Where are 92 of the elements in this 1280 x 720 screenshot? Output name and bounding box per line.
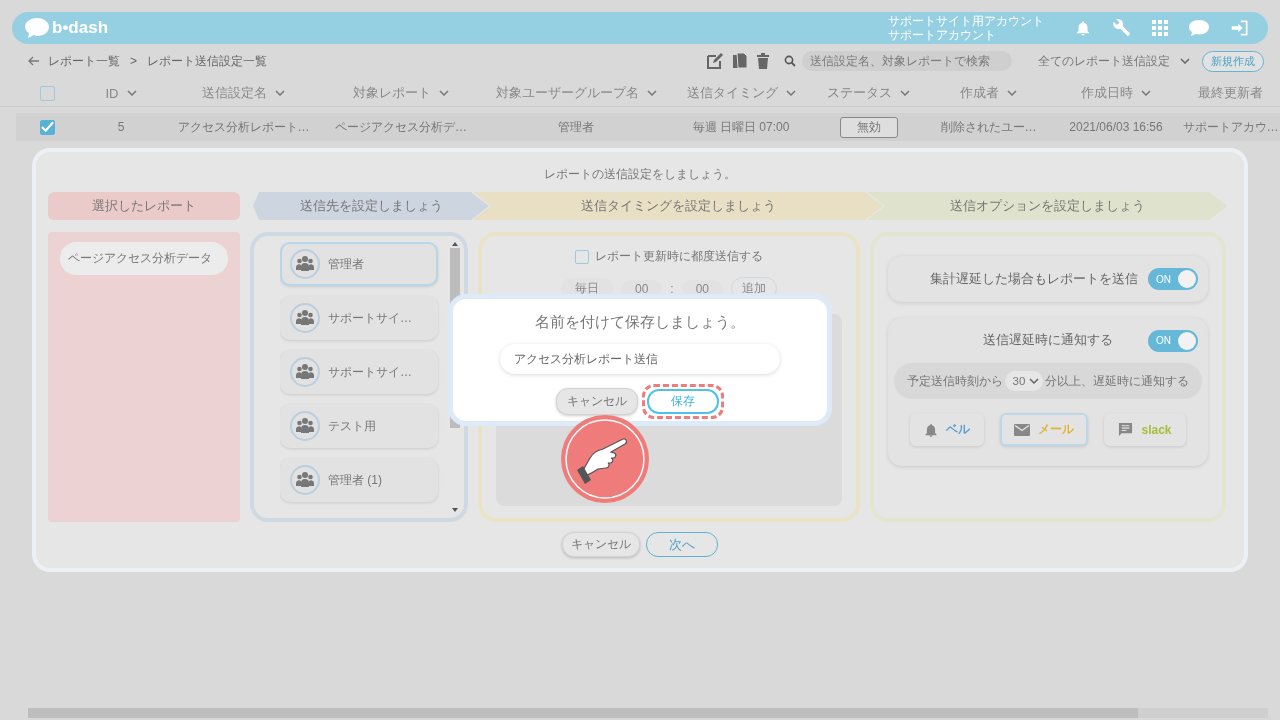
option-label: 集計遅延した場合もレポートを送信 bbox=[930, 270, 1138, 288]
checkbox-label: レポート更新時に都度送信する bbox=[595, 248, 763, 265]
scroll-up-icon[interactable] bbox=[452, 242, 458, 246]
scroll-down-icon[interactable] bbox=[452, 508, 458, 512]
new-button[interactable]: 新規作成 bbox=[1202, 50, 1264, 72]
account-name: サポートサイト用アカウント bbox=[888, 14, 1044, 28]
checkbox[interactable] bbox=[40, 85, 55, 101]
table-cell-text: ページアクセス分析デ… bbox=[334, 118, 468, 136]
next-button[interactable]: 次へ bbox=[646, 532, 718, 557]
channel-button[interactable]: slack bbox=[1104, 413, 1186, 446]
back-arrow-icon[interactable] bbox=[28, 56, 40, 66]
breadcrumb-separator: > bbox=[130, 54, 137, 68]
delay-select[interactable]: 30 bbox=[1004, 371, 1044, 391]
step-label: 送信タイミングを設定しましょう bbox=[473, 192, 883, 220]
caret-icon bbox=[1029, 378, 1040, 384]
filter-dropdown[interactable]: 全てのレポート送信設定 bbox=[1034, 52, 1194, 70]
group-item[interactable]: サポートサイ… bbox=[280, 296, 438, 340]
caret-icon[interactable] bbox=[1141, 90, 1151, 96]
wrench-icon[interactable] bbox=[1112, 18, 1132, 38]
report-item[interactable]: ページアクセス分析データ bbox=[60, 242, 228, 275]
time-separator: : bbox=[670, 281, 674, 296]
channel-button[interactable]: ベル bbox=[910, 413, 985, 446]
copy-icon[interactable] bbox=[732, 52, 748, 70]
edit-icon[interactable] bbox=[706, 52, 724, 70]
breadcrumb-current: レポート送信設定一覧 bbox=[147, 52, 267, 70]
bell-icon bbox=[924, 421, 939, 438]
column-header[interactable]: 送信タイミング bbox=[686, 84, 778, 102]
chat-icon[interactable] bbox=[1188, 19, 1210, 37]
table-cell-text: 5 bbox=[116, 120, 126, 134]
toggle-switch[interactable]: ON bbox=[1148, 329, 1198, 352]
trash-icon[interactable] bbox=[756, 53, 770, 69]
table-cell: サポートアカウ… bbox=[1181, 118, 1280, 136]
name-input-field[interactable]: アクセス分析レポート送信 bbox=[500, 344, 780, 374]
checkbox[interactable] bbox=[575, 249, 589, 264]
step-label: 送信オプションを設定しましょう bbox=[867, 192, 1227, 220]
group-icon bbox=[290, 411, 320, 441]
search-icon bbox=[784, 55, 796, 67]
column-header[interactable]: 対象ユーザーグループ名 bbox=[495, 84, 639, 102]
account-name: サポートアカウント bbox=[888, 28, 997, 42]
caret-icon[interactable] bbox=[275, 90, 285, 96]
group-item[interactable]: 管理者 bbox=[280, 242, 438, 286]
checkbox[interactable] bbox=[40, 119, 55, 135]
step-label: 選択したレポート bbox=[48, 192, 240, 220]
caret-icon bbox=[1180, 58, 1190, 64]
cancel-button[interactable]: キャンセル bbox=[556, 388, 638, 415]
column-header[interactable]: 対象レポート bbox=[353, 84, 431, 102]
table-cell-text: アクセス分析レポート… bbox=[176, 118, 311, 136]
speech-bubble-icon bbox=[24, 17, 50, 39]
column-header[interactable]: ステータス bbox=[827, 84, 892, 102]
group-icon bbox=[290, 357, 320, 387]
caret-icon[interactable] bbox=[785, 90, 796, 96]
group-icon bbox=[290, 303, 320, 333]
save-button[interactable]: 保存 bbox=[647, 389, 719, 414]
mail-icon bbox=[1014, 423, 1031, 436]
caret-icon[interactable] bbox=[900, 90, 910, 96]
group-item[interactable]: サポートサイ… bbox=[280, 350, 438, 394]
breadcrumb-link[interactable]: レポート一覧 bbox=[48, 52, 120, 70]
logo-text: b•dash bbox=[52, 18, 108, 38]
delay-label: 分以上、遅延時に通知する bbox=[1045, 373, 1190, 389]
logout-icon[interactable] bbox=[1230, 18, 1250, 38]
search-field[interactable]: 送信設定名、対象レポートで検索 bbox=[802, 51, 1012, 71]
status-badge: 無効 bbox=[839, 116, 898, 138]
group-icon bbox=[290, 249, 320, 279]
column-header[interactable]: 作成日時 bbox=[1081, 84, 1133, 102]
table-row[interactable]: 5 アクセス分析レポート… ページアクセス分析デ… 管理者 毎週 日曜日 07:00 無効 削除されたユー… 2021/06/03 16:56 サポートアカウ… bbox=[16, 113, 1280, 141]
cancel-button[interactable]: キャンセル bbox=[562, 532, 640, 557]
message-icon bbox=[1118, 422, 1134, 437]
table-cell-text: 2021/06/03 16:56 bbox=[1068, 120, 1164, 134]
caret-icon[interactable] bbox=[439, 90, 449, 96]
caret-icon[interactable] bbox=[646, 90, 657, 96]
group-item[interactable]: テスト用 bbox=[280, 404, 438, 448]
wizard-title: レポートの送信設定をしましょう。 bbox=[543, 166, 737, 183]
option-label: 送信遅延時に通知する bbox=[983, 332, 1113, 349]
dialog-title: 名前を付けて保存しましょう。 bbox=[535, 313, 745, 332]
channel-button[interactable]: メール bbox=[1000, 413, 1089, 446]
grid-icon[interactable] bbox=[1152, 20, 1168, 36]
group-icon bbox=[290, 465, 320, 495]
column-header[interactable]: 送信設定名 bbox=[202, 84, 267, 102]
caret-icon[interactable] bbox=[1007, 90, 1017, 96]
group-item[interactable]: 管理者 (1) bbox=[280, 458, 438, 502]
bell-icon[interactable] bbox=[1074, 19, 1092, 37]
delay-label: 予定送信時刻から bbox=[906, 373, 1003, 389]
step-label: 送信先を設定しましょう bbox=[253, 192, 489, 220]
caret-icon[interactable] bbox=[126, 90, 137, 96]
table-cell-text: 管理者 bbox=[557, 118, 595, 136]
table-cell-text: 毎週 日曜日 07:00 bbox=[691, 118, 791, 136]
table-cell-text: 削除されたユー… bbox=[939, 118, 1038, 136]
column-header[interactable]: ID bbox=[105, 85, 119, 101]
scrollbar[interactable] bbox=[28, 708, 1268, 718]
column-header[interactable]: 最終更新者 bbox=[1198, 84, 1263, 102]
column-header[interactable]: 作成者 bbox=[960, 84, 999, 102]
toggle-switch[interactable]: ON bbox=[1148, 268, 1198, 290]
